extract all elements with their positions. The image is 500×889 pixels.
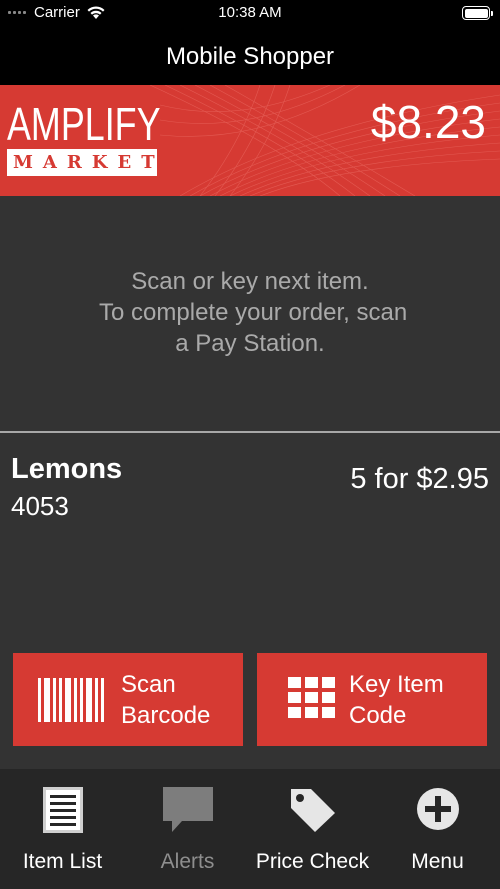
tab-alerts-label: Alerts	[160, 850, 215, 873]
instruction-panel: Scan or key next item. To complete your …	[0, 196, 500, 432]
tab-item-list-label: Item List	[22, 850, 103, 873]
scan-barcode-label: Scan Barcode	[121, 670, 211, 729]
speech-bubble-icon	[162, 787, 213, 832]
item-code: 4053	[11, 491, 69, 521]
tab-item-list[interactable]: Item List	[0, 769, 125, 889]
item-name: Lemons	[11, 453, 123, 485]
tab-price-check[interactable]: Price Check	[250, 769, 375, 889]
scan-barcode-button[interactable]: Scan Barcode	[13, 653, 243, 746]
logo-wordmark: AMPLIFY	[7, 98, 161, 150]
tab-price-check-label: Price Check	[255, 850, 370, 873]
key-item-code-button[interactable]: Key Item Code	[257, 653, 487, 746]
status-time: 10:38 AM	[218, 4, 282, 21]
price-tag-icon	[290, 789, 335, 832]
last-item-panel: Lemons 4053 5 for $2.95 Scan Barcode Key…	[0, 433, 500, 769]
store-logo: AMPLIFY MARKET	[7, 98, 161, 176]
order-total: $8.23	[370, 96, 486, 148]
list-icon	[42, 787, 83, 833]
logo-market-label: MARKET	[7, 149, 157, 176]
page-title: Mobile Shopper	[165, 43, 335, 70]
tab-menu[interactable]: Menu	[375, 769, 500, 889]
key-item-code-label: Key Item Code	[349, 670, 444, 729]
status-bar: Carrier 10:38 AM	[0, 0, 500, 28]
tab-alerts[interactable]: Alerts	[125, 769, 250, 889]
tab-menu-label: Menu	[411, 850, 464, 873]
tab-bar: Item List Alerts Price Check Menu	[0, 769, 500, 889]
store-banner: AMPLIFY MARKET $8.23	[0, 85, 500, 196]
plus-circle-icon	[416, 788, 459, 830]
keypad-icon	[288, 677, 335, 722]
navigation-bar: Mobile Shopper	[0, 28, 500, 85]
barcode-icon	[38, 677, 104, 722]
item-price: 5 for $2.95	[350, 463, 489, 495]
battery-icon	[462, 6, 493, 20]
instruction-message: Scan or key next item. To complete your …	[99, 268, 408, 357]
